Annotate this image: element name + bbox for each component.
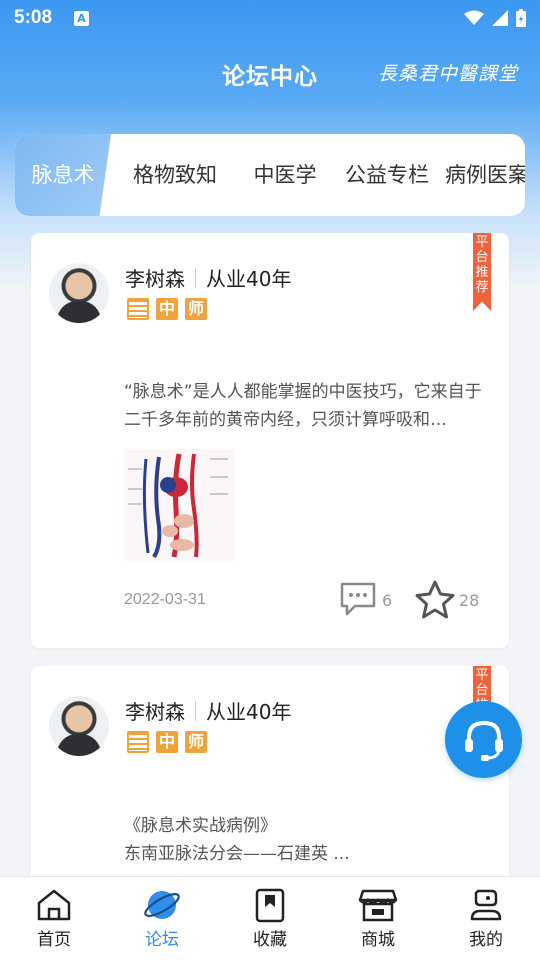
nav-profile[interactable]: 我的	[432, 877, 540, 960]
nav-label: 我的	[469, 930, 503, 950]
bookmark-icon	[255, 888, 285, 923]
app-header: 论坛中心 長桑君中醫課堂	[0, 50, 540, 98]
nav-label: 论坛	[145, 930, 179, 950]
post-meta: 2022-03-31 6 28	[124, 580, 484, 619]
category-tabs: 脉息术 格物致知 中医学 公益专栏 病例医案	[15, 134, 525, 216]
divider	[195, 267, 196, 288]
home-icon	[37, 889, 71, 921]
notification-icon: A	[74, 10, 90, 26]
favorite-count: 28	[459, 591, 480, 610]
status-time: 5:08	[14, 7, 53, 28]
recommend-ribbon: 平台推荐	[473, 233, 491, 311]
store-icon	[358, 889, 398, 922]
avatar[interactable]	[49, 696, 109, 756]
author-row: 李树森 从业40年	[125, 263, 291, 292]
tab-gongyi[interactable]: 公益专栏	[335, 134, 439, 216]
cert-badge-icon	[127, 298, 149, 320]
nav-forum[interactable]: 论坛	[108, 877, 216, 960]
post-excerpt: “脉息术”是人人都能掌握的中医技巧，它来自于二千多年前的黄帝内经，只须计算呼吸和…	[124, 382, 482, 430]
post-date: 2022-03-31	[124, 591, 206, 608]
nav-store[interactable]: 商城	[324, 877, 432, 960]
author-experience: 从业40年	[206, 267, 292, 291]
profile-icon	[470, 889, 502, 921]
signal-icon	[492, 10, 508, 26]
wifi-icon	[464, 10, 484, 25]
post-card[interactable]: 李树森 从业40年 中 师 平台推荐 “脉息术”是人人都能掌握的中医技巧，它来自…	[31, 233, 509, 648]
customer-service-button[interactable]	[445, 701, 522, 778]
tab-bingli[interactable]: 病例医案	[439, 134, 525, 216]
badge-zhong: 中	[156, 731, 178, 753]
author-name: 李树森	[125, 700, 185, 724]
badge-shi: 师	[185, 298, 207, 320]
tab-maixishu[interactable]: 脉息术	[15, 134, 111, 216]
favorite-star-icon[interactable]	[414, 579, 456, 621]
status-bar: 5:08 A	[0, 0, 540, 36]
badge-row: 中 师	[127, 298, 207, 320]
nav-label: 首页	[37, 930, 71, 950]
nav-home[interactable]: 首页	[0, 877, 108, 960]
excerpt-line: 东南亚脉法分会——石建英 ...	[124, 844, 350, 864]
nav-label: 收藏	[253, 930, 287, 950]
nav-label: 商城	[361, 930, 395, 950]
tab-zhongyixue[interactable]: 中医学	[235, 134, 335, 216]
recommend-ribbon: 平台推	[473, 666, 491, 706]
cert-badge-icon	[127, 731, 149, 753]
battery-icon	[516, 9, 526, 27]
avatar[interactable]	[49, 263, 109, 323]
bottom-nav: 首页 论坛 收藏 商城 我的	[0, 876, 540, 960]
brand-logo: 長桑君中醫課堂	[377, 63, 518, 85]
planet-icon	[144, 891, 180, 919]
author-name: 李树森	[125, 267, 185, 291]
badge-zhong: 中	[156, 298, 178, 320]
circulation-diagram-image	[128, 453, 228, 559]
badge-shi: 师	[185, 731, 207, 753]
post-thumbnail[interactable]	[124, 449, 234, 561]
headset-icon	[464, 720, 503, 761]
divider	[195, 700, 196, 721]
badge-row: 中 师	[127, 731, 207, 753]
author-experience: 从业40年	[206, 700, 292, 724]
page-title: 论坛中心	[222, 64, 318, 90]
post-excerpt: 《脉息术实战病例》 东南亚脉法分会——石建英 ...	[124, 812, 484, 868]
excerpt-line: 《脉息术实战病例》	[124, 816, 277, 836]
author-row: 李树森 从业40年	[125, 696, 291, 725]
comment-icon[interactable]	[339, 581, 377, 617]
nav-favorites[interactable]: 收藏	[216, 877, 324, 960]
tab-gewuzhizhi[interactable]: 格物致知	[115, 134, 235, 216]
comment-count: 6	[382, 591, 393, 610]
